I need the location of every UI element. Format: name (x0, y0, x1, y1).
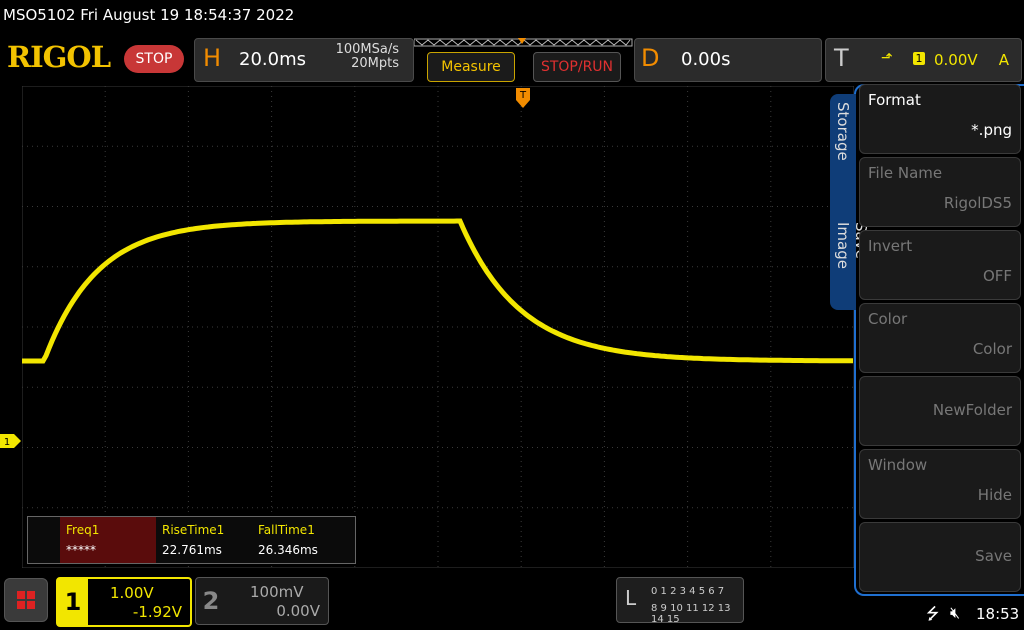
delay-label: D (641, 44, 660, 72)
tab-storage[interactable]: Storage (830, 94, 856, 214)
horizontal-panel[interactable]: H 20.0ms 100MSa/s 20Mpts (194, 38, 414, 82)
measurement-value: ***** (66, 543, 96, 557)
usb-icon: ⭍ (926, 604, 940, 623)
measurement-value: 22.761ms (162, 543, 222, 557)
measurement-header: FallTime1 (258, 523, 315, 537)
trigger-level: 0.00V (934, 51, 978, 69)
graticule (22, 86, 854, 568)
channel1-offset: -1.92V (132, 603, 182, 621)
channel2-offset: 0.00V (276, 602, 320, 620)
channel2-scale: 100mV (250, 583, 304, 601)
rising-edge-icon: ⬏ (881, 50, 893, 66)
trigger-source: 1 (913, 52, 925, 65)
measurement-risetime[interactable]: RiseTime1 22.761ms (156, 517, 252, 563)
menu-value: *.png (971, 121, 1012, 139)
timebase-value: 20.0ms (239, 49, 306, 70)
channel1-panel[interactable]: 1 1.00V -1.92V (56, 577, 192, 627)
menu-value: OFF (982, 267, 1012, 285)
menu-label: Window (868, 456, 928, 474)
sample-rate: 100MSa/s (335, 42, 399, 57)
channel1-scale: 1.00V (110, 584, 154, 602)
run-state-badge[interactable]: STOP (124, 45, 184, 73)
menu-value: Color (972, 340, 1012, 358)
trigger-label: T (834, 44, 849, 72)
trigger-marker-label: T (519, 90, 527, 101)
window-title: MSO5102 Fri August 19 18:54:37 2022 (3, 6, 295, 24)
trigger-panel[interactable]: T ⬏ 1 0.00V A (825, 38, 1022, 82)
logic-label: L (625, 586, 637, 610)
tab-save-image[interactable]: Save Image (830, 214, 870, 310)
channel1-number: 1 (58, 579, 88, 625)
memory-depth: 20Mpts (351, 56, 399, 71)
sample-info: 100MSa/s 20Mpts (336, 43, 399, 71)
menu-value: Hide (977, 486, 1012, 504)
trigger-position-marker[interactable]: T (515, 88, 531, 110)
memory-position-bar (414, 38, 633, 47)
menu-file-name[interactable]: File Name RigolDS5 (859, 157, 1021, 227)
channel2-number: 2 (202, 587, 220, 615)
horizontal-label: H (203, 44, 222, 72)
measurement-panel: Freq1 ***** RiseTime1 22.761ms FallTime1… (27, 516, 356, 564)
channel1-offset-marker[interactable]: 1 (0, 434, 22, 448)
menu-new-folder[interactable]: NewFolder (859, 376, 1021, 446)
measurement-header: Freq1 (66, 523, 100, 537)
channel1-marker-label: 1 (4, 437, 10, 448)
waveform-display[interactable] (22, 86, 854, 568)
menu-value: NewFolder (932, 401, 1012, 419)
delay-panel[interactable]: D 0.00s (634, 38, 822, 82)
tab-label: Storage (834, 102, 852, 161)
measure-button[interactable]: Measure (427, 52, 515, 82)
measurement-freq[interactable]: Freq1 ***** (60, 517, 156, 563)
logic-row2: 8 9 10 11 12 13 14 15 (651, 603, 731, 625)
logic-row1: 0 1 2 3 4 5 6 7 (651, 586, 725, 597)
menu-label: File Name (868, 164, 943, 182)
mute-icon: 🔇︎ (950, 603, 961, 622)
measurement-header: RiseTime1 (162, 523, 225, 537)
clock: 18:53 (976, 605, 1020, 623)
menu-value: Save (975, 547, 1012, 565)
trigger-mode: A (998, 51, 1009, 69)
logic-channels-panel[interactable]: L 0 1 2 3 4 5 6 7 8 9 10 11 12 13 14 15 (616, 577, 744, 625)
menu-window[interactable]: Window Hide (859, 449, 1021, 519)
menu-value: RigolDS5 (943, 194, 1012, 212)
menu-color[interactable]: Color Color (859, 303, 1021, 373)
menu-label: Invert (868, 237, 913, 255)
menu-format[interactable]: Format *.png (859, 84, 1021, 154)
menu-invert[interactable]: Invert OFF (859, 230, 1021, 300)
delay-value: 0.00s (681, 49, 731, 70)
channel2-panel[interactable]: 2 100mV 0.00V (195, 577, 329, 625)
main-menu-button[interactable] (4, 578, 48, 622)
rigol-logo: RIGOL (7, 40, 111, 74)
menu-label: Format (868, 91, 921, 109)
measurement-value: 26.346ms (258, 543, 318, 557)
stop-run-button[interactable]: STOP/RUN (533, 52, 621, 82)
menu-label: Color (868, 310, 908, 328)
grid-menu-icon (17, 591, 35, 609)
measurement-falltime[interactable]: FallTime1 26.346ms (252, 517, 348, 563)
menu-save[interactable]: Save (859, 522, 1021, 592)
